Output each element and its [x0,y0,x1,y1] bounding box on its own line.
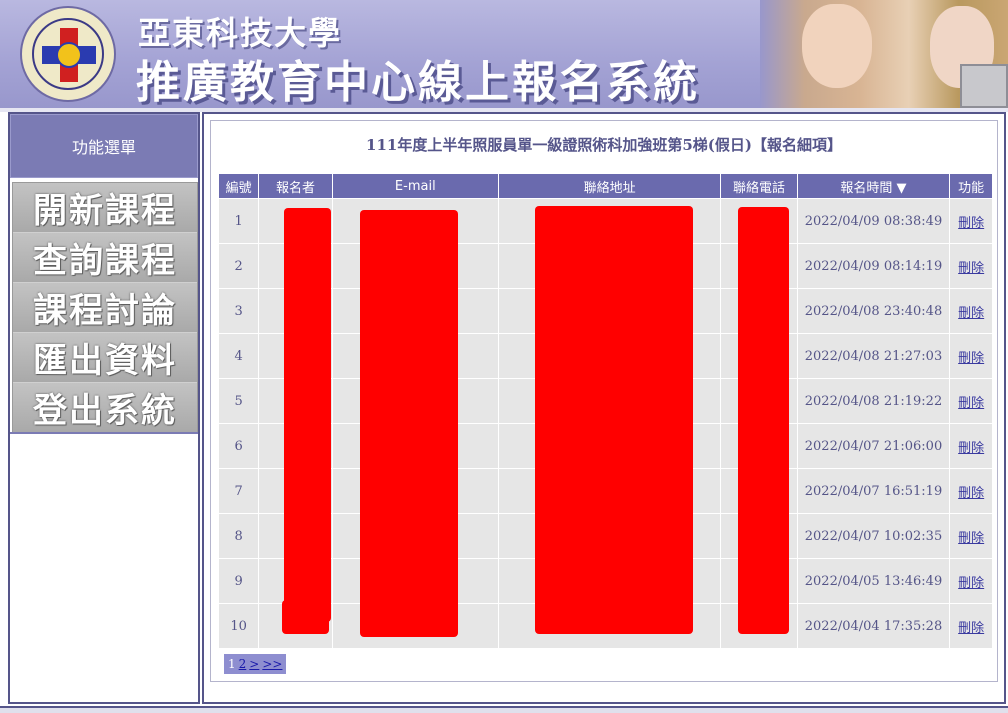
university-logo [20,6,116,102]
pager-next[interactable]: > [249,657,259,671]
delete-link[interactable]: 刪除 [958,441,984,456]
menu-item-export-data[interactable]: 匯出資料 [13,333,197,383]
menu-item-logout[interactable]: 登出系統 [13,383,197,433]
cell-time: 2022/04/08 21:27:03 [797,334,950,378]
pager-current: 1 [228,657,236,671]
cell-number: 9 [219,559,259,603]
cell-action: 刪除 [950,334,992,378]
cell-action: 刪除 [950,289,992,333]
system-title: 推廣教育中心線上報名系統 [136,57,700,108]
cell-action: 刪除 [950,199,992,243]
cell-action: 刪除 [950,469,992,513]
cell-number: 8 [219,514,259,558]
cell-time: 2022/04/05 13:46:49 [797,559,950,603]
col-address: 聯絡地址 [499,174,721,198]
cell-time: 2022/04/07 16:51:19 [797,469,950,513]
cell-action: 刪除 [950,514,992,558]
menu-divider [10,432,198,434]
pagination: 1 2 > >> [224,654,287,674]
cell-time: 2022/04/07 21:06:00 [797,424,950,468]
cell-action: 刪除 [950,379,992,423]
delete-link[interactable]: 刪除 [958,486,984,501]
delete-link[interactable]: 刪除 [958,576,984,591]
cell-action: 刪除 [950,559,992,603]
cell-action: 刪除 [950,424,992,468]
delete-link[interactable]: 刪除 [958,396,984,411]
header-banner: 亞東科技大學 推廣教育中心線上報名系統 [0,0,1008,110]
redaction-name [284,208,331,622]
redaction-email [360,210,458,637]
redaction-address [535,206,693,634]
col-phone: 聯絡電話 [721,174,797,198]
delete-link[interactable]: 刪除 [958,531,984,546]
logo-center [56,42,82,68]
cell-time: 2022/04/08 21:19:22 [797,379,950,423]
menu-item-course-discussion[interactable]: 課程討論 [13,283,197,333]
menu-item-search-course[interactable]: 查詢課程 [13,233,197,283]
delete-link[interactable]: 刪除 [958,216,984,231]
cell-number: 6 [219,424,259,468]
delete-link[interactable]: 刪除 [958,351,984,366]
footer-border [0,704,1008,713]
cell-time: 2022/04/08 23:40:48 [797,289,950,333]
cell-number: 5 [219,379,259,423]
cell-time: 2022/04/09 08:14:19 [797,244,950,288]
cell-number: 3 [219,289,259,333]
col-email: E-mail [332,174,499,198]
header-photo [760,0,1008,108]
col-time-sort[interactable]: 報名時間 ▼ [797,174,950,198]
photo-person-1 [802,4,872,88]
cell-time: 2022/04/09 08:38:49 [797,199,950,243]
cell-action: 刪除 [950,244,992,288]
delete-link[interactable]: 刪除 [958,621,984,636]
cell-time: 2022/04/07 10:02:35 [797,514,950,558]
cell-number: 10 [219,604,259,648]
col-registrant: 報名者 [259,174,332,198]
photo-laptop [960,64,1008,108]
menu-list: 開新課程 查詢課程 課程討論 匯出資料 登出系統 [12,182,198,433]
cell-action: 刪除 [950,604,992,648]
page-title: 111年度上半年照服員單一級證照術科加強班第5梯(假日)【報名細項】 [366,136,842,154]
cell-number: 4 [219,334,259,378]
redaction-name-tail [282,600,329,634]
delete-link[interactable]: 刪除 [958,261,984,276]
pager-page-2[interactable]: 2 [239,657,247,671]
menu-heading: 功能選單 [10,114,198,178]
menu-item-new-course[interactable]: 開新課程 [13,183,197,233]
cell-number: 2 [219,244,259,288]
col-action: 功能 [950,174,992,198]
pager-last[interactable]: >> [262,657,282,671]
cell-number: 1 [219,199,259,243]
cell-time: 2022/04/04 17:35:28 [797,604,950,648]
redaction-phone [738,207,789,634]
table-header-row: 編號 報名者 E-mail 聯絡地址 聯絡電話 報名時間 ▼ 功能 [219,174,992,198]
cell-number: 7 [219,469,259,513]
col-number: 編號 [219,174,259,198]
delete-link[interactable]: 刪除 [958,306,984,321]
